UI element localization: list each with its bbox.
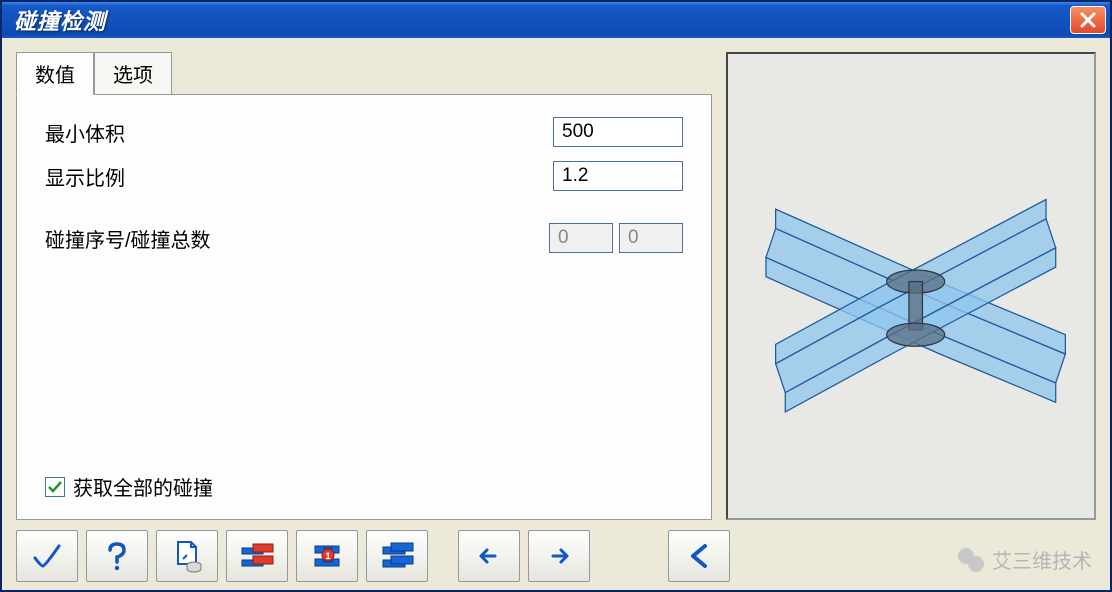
svg-text:1: 1 (325, 551, 330, 561)
content-area: 数值 选项 最小体积 显示比例 (2, 38, 1110, 590)
input-display-scale[interactable] (553, 161, 683, 191)
main-row: 数值 选项 最小体积 显示比例 (16, 52, 1096, 520)
input-collision-total (619, 223, 683, 253)
row-get-all: 获取全部的碰撞 (45, 472, 683, 501)
preview-panel (726, 52, 1096, 520)
tab-panel-values: 最小体积 显示比例 碰撞序 (16, 94, 712, 520)
chevron-left-icon (681, 538, 717, 574)
input-min-volume[interactable] (553, 117, 683, 147)
arrow-left-icon (471, 538, 507, 574)
label-get-all: 获取全部的碰撞 (73, 472, 213, 501)
confirm-button[interactable] (16, 530, 78, 582)
window-title: 碰撞检测 (14, 4, 106, 36)
help-button[interactable] (86, 530, 148, 582)
tab-values[interactable]: 数值 (16, 52, 94, 95)
beams-badge-icon: 1 (309, 538, 345, 574)
tab-strip: 数值 选项 (16, 52, 712, 94)
input-collision-index (549, 223, 613, 253)
beams-blue-icon (379, 538, 415, 574)
close-icon (1079, 11, 1097, 29)
clash-pair-button[interactable] (366, 530, 428, 582)
previous-button[interactable] (458, 530, 520, 582)
dialog-window: 碰撞检测 数值 选项 最小体积 (0, 0, 1112, 592)
check-icon (47, 479, 63, 495)
page-db-icon (169, 538, 205, 574)
beams-red-icon (239, 538, 275, 574)
titlebar: 碰撞检测 (2, 2, 1110, 38)
preview-image (737, 66, 1085, 507)
rewind-button[interactable] (668, 530, 730, 582)
label-display-scale: 显示比例 (45, 162, 325, 191)
clash-highlight-button[interactable] (226, 530, 288, 582)
close-button[interactable] (1070, 6, 1106, 34)
tab-options[interactable]: 选项 (94, 52, 172, 95)
row-display-scale: 显示比例 (45, 161, 683, 191)
clash-component-button[interactable]: 1 (296, 530, 358, 582)
toolbar: 1 (16, 520, 1096, 582)
question-icon (99, 538, 135, 574)
arrow-right-icon (541, 538, 577, 574)
left-panel: 数值 选项 最小体积 显示比例 (16, 52, 712, 520)
check-icon (29, 538, 65, 574)
next-button[interactable] (528, 530, 590, 582)
checkbox-get-all[interactable] (45, 477, 65, 497)
label-collision-index: 碰撞序号/碰撞总数 (45, 224, 325, 253)
row-collision-index: 碰撞序号/碰撞总数 (45, 223, 683, 253)
copy-settings-button[interactable] (156, 530, 218, 582)
label-min-volume: 最小体积 (45, 118, 325, 147)
row-min-volume: 最小体积 (45, 117, 683, 147)
